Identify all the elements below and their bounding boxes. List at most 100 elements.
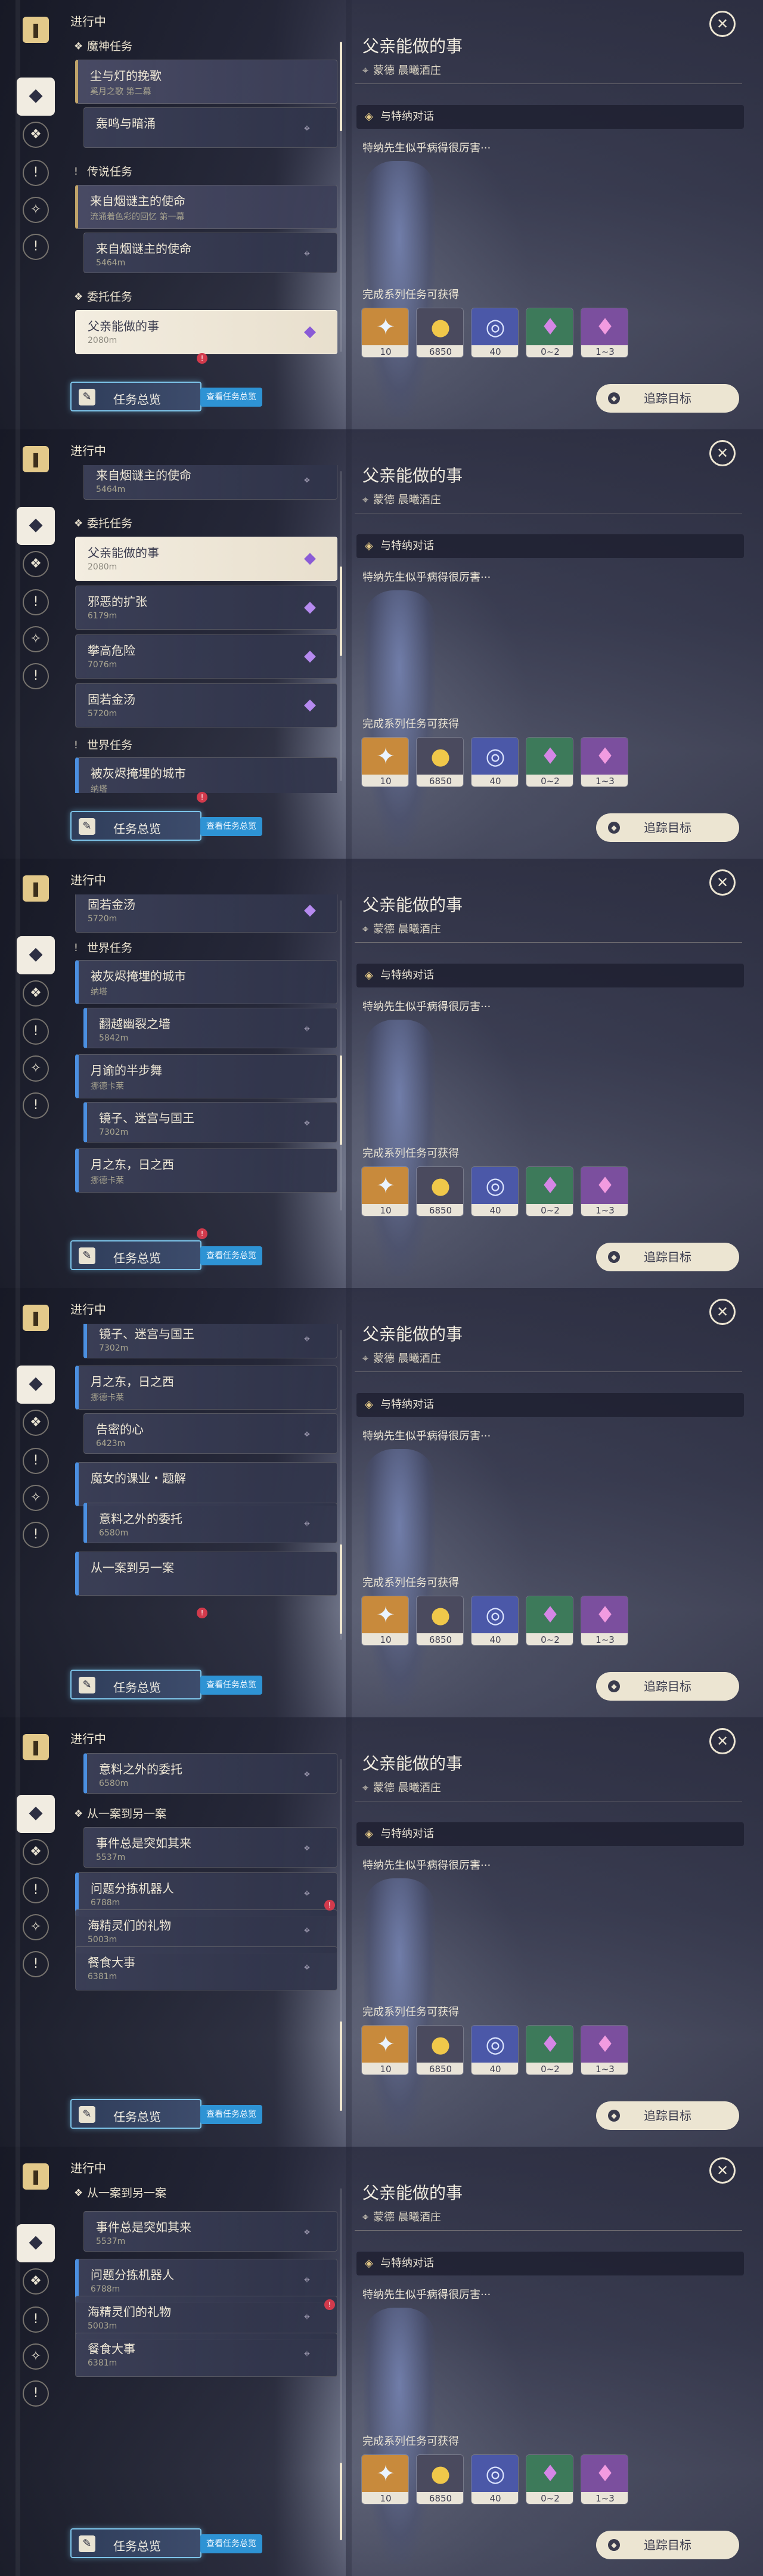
reward-item[interactable]: ♦ 1~3 — [581, 2025, 628, 2075]
reward-item[interactable]: ♦ 0~2 — [526, 737, 573, 787]
world-quest-icon[interactable]: ✧ — [23, 2343, 49, 2370]
close-button[interactable]: ✕ — [709, 1728, 736, 1754]
quest-item[interactable]: 来自烟谜主的使命 5464m ⌖ — [83, 465, 337, 500]
view-overview-link[interactable]: 查看任务总览 — [200, 2534, 262, 2553]
archon-quest-icon[interactable]: ◆ — [17, 78, 55, 116]
list-scrollbar[interactable] — [340, 1330, 342, 1640]
quest-item[interactable]: 意料之外的委托 6580m ⌖ — [83, 1503, 337, 1543]
archon-quest-icon[interactable]: ◆ — [17, 1795, 55, 1833]
quest-item[interactable]: 来自烟谜主的使命 流涌着色彩的回忆 第一幕 — [75, 185, 337, 229]
quest-overview-button[interactable]: ✎ 任务总览 — [70, 1240, 201, 1270]
quest-item[interactable]: 从一案到另一案 — [75, 1552, 337, 1596]
reward-item[interactable]: ✦ 10 — [361, 2025, 409, 2075]
view-overview-link[interactable]: 查看任务总览 — [200, 817, 262, 836]
reward-item[interactable]: ♦ 1~3 — [581, 737, 628, 787]
quest-overview-button[interactable]: ✎ 任务总览 — [70, 382, 201, 411]
legend-quest-icon[interactable]: ! — [23, 1877, 49, 1903]
quest-item[interactable]: 镜子、迷宫与国王 7302m ⌖ — [83, 1324, 337, 1358]
scrollbar-thumb[interactable] — [340, 1544, 342, 1634]
view-overview-link[interactable]: 查看任务总览 — [200, 2105, 262, 2124]
quest-item[interactable]: 被灰烬掩埋的城市 纳塔 — [75, 757, 337, 793]
reward-item[interactable]: ● 6850 — [416, 1596, 464, 1646]
scrollbar-thumb[interactable] — [340, 1055, 342, 1145]
scrollbar-thumb[interactable] — [340, 2021, 342, 2111]
reward-item[interactable]: ✦ 10 — [361, 1596, 409, 1646]
reward-item[interactable]: ♦ 1~3 — [581, 1596, 628, 1646]
close-button[interactable]: ✕ — [709, 11, 736, 37]
track-target-button[interactable]: ◆ 追踪目标 — [596, 384, 739, 413]
world-quest-icon[interactable]: ✧ — [23, 1485, 49, 1511]
reward-item[interactable]: ♦ 1~3 — [581, 2454, 628, 2504]
quest-item[interactable]: 来自烟谜主的使命 5464m ⌖ — [83, 233, 337, 273]
quest-item[interactable]: 被灰烬掩埋的城市 纳塔 — [75, 960, 337, 1004]
close-button[interactable]: ✕ — [709, 440, 736, 466]
legend-quest-icon[interactable]: ! — [23, 2306, 49, 2333]
scrollbar-thumb[interactable] — [340, 566, 342, 656]
quest-book-icon[interactable]: ❚ — [23, 2163, 49, 2190]
commission-icon[interactable]: ❖ — [23, 551, 49, 577]
reward-item[interactable]: ◎ 40 — [471, 737, 519, 787]
view-overview-link[interactable]: 查看任务总览 — [200, 388, 262, 407]
quest-book-icon[interactable]: ❚ — [23, 17, 49, 43]
reward-item[interactable]: ◎ 40 — [471, 2454, 519, 2504]
legend-quest-icon[interactable]: ! — [23, 1018, 49, 1045]
event-quest-icon[interactable]: ! — [23, 663, 49, 689]
quest-item[interactable]: 事件总是突如其来 5537m ⌖ — [83, 2211, 337, 2252]
reward-item[interactable]: ◎ 40 — [471, 308, 519, 358]
reward-item[interactable]: ◎ 40 — [471, 2025, 519, 2075]
quest-overview-button[interactable]: ✎ 任务总览 — [70, 811, 201, 841]
event-quest-icon[interactable]: ! — [23, 1522, 49, 1548]
quest-item-selected[interactable]: 父亲能做的事 2080m ◆ — [75, 537, 337, 581]
reward-item[interactable]: ● 6850 — [416, 737, 464, 787]
reward-item[interactable]: ♦ 0~2 — [526, 308, 573, 358]
quest-overview-button[interactable]: ✎ 任务总览 — [70, 2528, 201, 2558]
event-quest-icon[interactable]: ! — [23, 1951, 49, 1977]
quest-item[interactable]: 翻越幽裂之墙 5842m ⌖ — [83, 1008, 337, 1048]
commission-icon[interactable]: ❖ — [23, 122, 49, 148]
reward-item[interactable]: ♦ 1~3 — [581, 308, 628, 358]
close-button[interactable]: ✕ — [709, 2157, 736, 2184]
track-target-button[interactable]: ◆ 追踪目标 — [596, 2531, 739, 2559]
reward-item[interactable]: ♦ 0~2 — [526, 1596, 573, 1646]
reward-item[interactable]: ● 6850 — [416, 308, 464, 358]
event-quest-icon[interactable]: ! — [23, 234, 49, 260]
list-scrollbar[interactable] — [340, 471, 342, 781]
commission-icon[interactable]: ❖ — [23, 2268, 49, 2295]
quest-overview-button[interactable]: ✎ 任务总览 — [70, 1670, 201, 1699]
quest-item[interactable]: 月之东，日之西 挪德卡莱 — [75, 1366, 337, 1410]
quest-item[interactable]: 镜子、迷宫与国王 7302m ⌖ — [83, 1102, 337, 1143]
commission-icon[interactable]: ❖ — [23, 1839, 49, 1865]
reward-item[interactable]: ✦ 10 — [361, 737, 409, 787]
reward-item[interactable]: ♦ 0~2 — [526, 2025, 573, 2075]
event-quest-icon[interactable]: ! — [23, 2380, 49, 2407]
quest-item[interactable]: 月谕的半步舞 挪德卡莱 — [75, 1054, 337, 1098]
quest-overview-button[interactable]: ✎ 任务总览 — [70, 2099, 201, 2129]
quest-item[interactable]: 轰鸣与暗涌 ⌖ — [83, 107, 337, 148]
commission-icon[interactable]: ❖ — [23, 980, 49, 1007]
archon-quest-icon[interactable]: ◆ — [17, 1366, 55, 1404]
close-button[interactable]: ✕ — [709, 1299, 736, 1325]
quest-item[interactable]: 固若金汤 5720m ◆ — [75, 683, 337, 727]
event-quest-icon[interactable]: ! — [23, 1092, 49, 1119]
quest-item[interactable]: 攀高危险 7076m ◆ — [75, 634, 337, 679]
track-target-button[interactable]: ◆ 追踪目标 — [596, 1672, 739, 1701]
world-quest-icon[interactable]: ✧ — [23, 197, 49, 223]
quest-item[interactable]: 尘与灯的挽歌 奚月之歌 第二幕 — [75, 60, 337, 104]
view-overview-link[interactable]: 查看任务总览 — [200, 1246, 262, 1265]
reward-item[interactable]: ♦ 0~2 — [526, 2454, 573, 2504]
quest-book-icon[interactable]: ❚ — [23, 1734, 49, 1760]
reward-item[interactable]: ● 6850 — [416, 1166, 464, 1216]
legend-quest-icon[interactable]: ! — [23, 1448, 49, 1474]
world-quest-icon[interactable]: ✧ — [23, 1914, 49, 1940]
list-scrollbar[interactable] — [340, 900, 342, 1210]
reward-item[interactable]: ✦ 10 — [361, 1166, 409, 1216]
world-quest-icon[interactable]: ✧ — [23, 1055, 49, 1082]
scrollbar-thumb[interactable] — [340, 42, 342, 131]
quest-item[interactable]: 月之东，日之西 挪德卡莱 — [75, 1148, 337, 1193]
quest-book-icon[interactable]: ❚ — [23, 875, 49, 902]
reward-item[interactable]: ♦ 1~3 — [581, 1166, 628, 1216]
quest-item[interactable]: 邪恶的扩张 6179m ◆ — [75, 586, 337, 630]
reward-item[interactable]: ♦ 0~2 — [526, 1166, 573, 1216]
list-scrollbar[interactable] — [340, 1759, 342, 2111]
list-scrollbar[interactable] — [340, 42, 342, 352]
